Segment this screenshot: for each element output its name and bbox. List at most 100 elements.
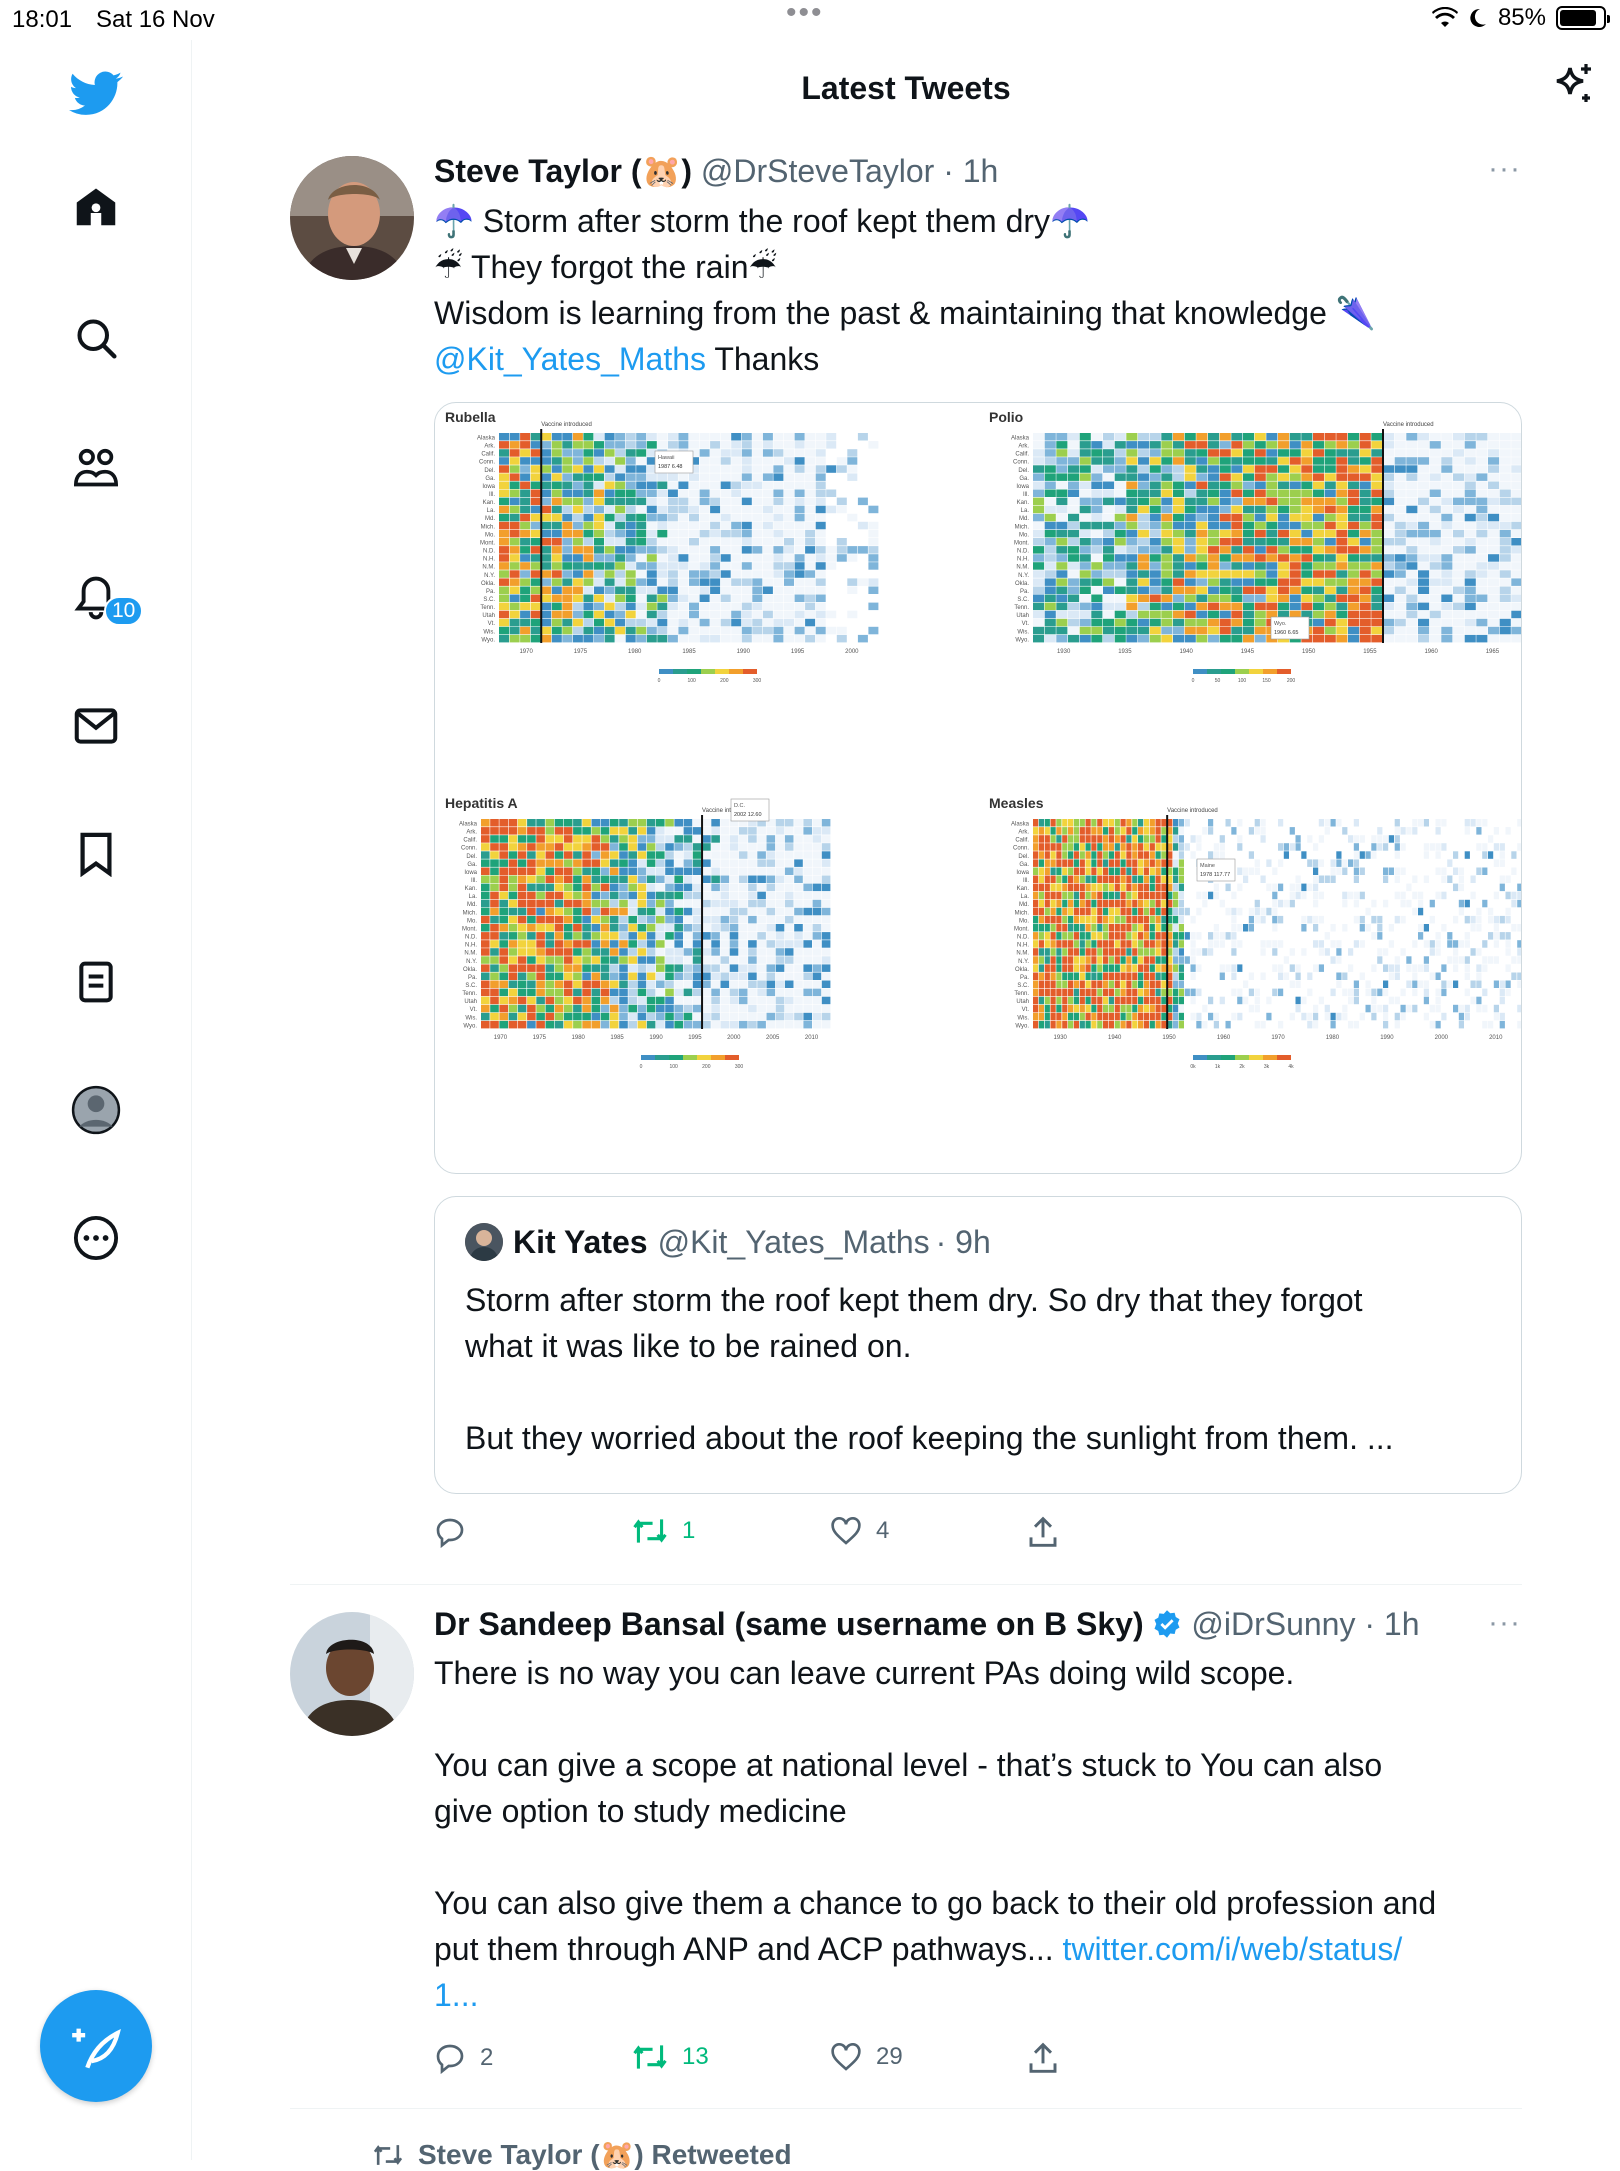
heatmap-cell [1038,859,1044,867]
reply-button[interactable]: 2 [434,2042,493,2074]
heatmap-cell [775,819,785,827]
heatmap-cell [1033,570,1045,578]
heatmap-cell [530,594,541,602]
quoted-text-line: what it was like to be rained on. [465,1328,912,1364]
heatmap-cell [1464,586,1476,594]
heatmap-cell [551,602,562,611]
heatmap-cell [741,521,752,530]
heatmap-cell [1441,964,1447,972]
search-icon[interactable] [68,310,124,366]
heatmap-cell [1208,513,1220,522]
heatmap-cell [665,972,674,980]
home-icon[interactable] [68,178,124,234]
heatmap-cell [1085,940,1091,948]
heatmap-cell [1196,562,1208,570]
like-button[interactable]: 4 [830,1516,889,1546]
heatmap-cell [1056,618,1068,627]
retweet-button[interactable]: 13 [632,2042,709,2072]
more-options-icon[interactable] [68,1210,124,1266]
heatmap-cell [1243,562,1255,570]
heatmap-cell [757,851,766,859]
like-button[interactable]: 29 [830,2042,903,2072]
heatmap-cell [637,827,647,835]
heatmap-cell [1464,473,1476,481]
reply-button[interactable] [434,1516,480,1548]
avatar[interactable] [290,156,414,280]
heatmap-cell [1097,964,1103,972]
heatmap-cell [1138,546,1150,554]
sparkle-icon[interactable] [1550,62,1598,115]
heatmap-cell [1307,1012,1313,1021]
heatmap-cell [1324,489,1336,497]
state-label: Ill. [1023,878,1029,884]
heatmap-cell [517,964,527,972]
quoted-tweet[interactable]: Kit Yates @Kit_Yates_Maths · 9h Storm af… [434,1196,1522,1494]
bookmark-icon[interactable] [68,826,124,882]
heatmap-cell [625,465,636,473]
author-handle[interactable]: @iDrSunny [1191,1606,1355,1642]
heatmap-cell [1132,819,1138,827]
heatmap-cell [1511,473,1521,481]
heatmap-cell [1184,907,1190,916]
heatmap-cell [1091,513,1103,522]
share-button[interactable] [1028,1516,1058,1548]
heatmap-cell [1044,554,1056,562]
heatmap-cell [762,538,773,546]
multitasking-dots-icon[interactable]: ••• [786,0,824,30]
heatmap-cell [683,988,693,997]
heatmap-cell [1056,1020,1062,1029]
tweet[interactable]: Dr Sandeep Bansal (same username on B Sk… [290,1604,1522,2088]
heatmap-cell [1429,546,1441,554]
avatar[interactable] [290,1612,414,1736]
heatmap-cell [1108,827,1114,835]
author-handle[interactable]: @DrSteveTaylor [701,153,934,189]
heatmap-cell [1103,441,1115,449]
heatmap-cell [1499,843,1505,851]
heatmap-cell [536,980,545,988]
tweet-time[interactable]: · 1h [943,153,998,189]
legend-tick-label: 300 [735,1064,744,1070]
heatmap-cell [646,554,657,562]
heatmap-cell [1289,602,1301,611]
author-name[interactable]: Steve Taylor (🐹) [434,153,692,189]
heatmap-cell [646,594,657,602]
heatmap-cell [1348,562,1360,570]
heatmap-cell [794,489,805,497]
share-button[interactable] [1028,2042,1058,2074]
tweet-media-image[interactable]: Rubella Alaska Ark. Calif. Conn. Del. Ga. Iowa… [434,402,1522,1174]
heatmap-cell [1056,843,1062,851]
heatmap-cell [508,891,518,900]
messages-envelope-icon[interactable] [68,698,124,754]
heatmap-cell [1196,529,1208,538]
heatmap-cell [619,964,628,972]
tweet[interactable]: Steve Taylor (🐹) @DrSteveTaylor · 1h ···… [290,150,1522,1548]
heatmap-cell [1272,915,1278,924]
heatmap-cell [1278,859,1284,867]
author-name[interactable]: Dr Sandeep Bansal (same username on B Sk… [434,1606,1144,1642]
tweet-more-icon[interactable]: ··· [1488,1606,1521,1640]
legend-swatch [711,1055,725,1060]
heatmap-cell [1038,915,1044,924]
compose-tweet-button[interactable] [40,1990,152,2102]
heatmap-cell [1289,578,1301,586]
lists-icon[interactable] [68,954,124,1010]
twitter-logo-icon[interactable] [68,66,124,122]
heatmap-cell [1044,891,1050,900]
tweet-status-link-continued[interactable]: 1... [434,1977,478,2013]
heatmap-cell [527,891,536,900]
heatmap-cell [784,578,794,586]
heatmap-cell [847,610,858,619]
tweet-status-link[interactable]: twitter.com/i/web/status/ [1063,1931,1403,1967]
mention-link[interactable]: @Kit_Yates_Maths [434,341,706,377]
profile-avatar-icon[interactable] [68,1082,124,1138]
heatmap-cell [1318,891,1324,900]
heatmap-cell [1336,513,1348,522]
retweet-button[interactable]: 1 [632,1516,695,1546]
heatmap-cell [1482,843,1488,851]
heatmap-cell [1126,891,1132,900]
communities-icon[interactable] [68,440,124,496]
heatmap-cell [826,610,837,619]
tweet-more-icon[interactable]: ··· [1488,152,1521,186]
tweet-time[interactable]: · 1h [1364,1606,1419,1642]
heatmap-cell [720,433,731,441]
